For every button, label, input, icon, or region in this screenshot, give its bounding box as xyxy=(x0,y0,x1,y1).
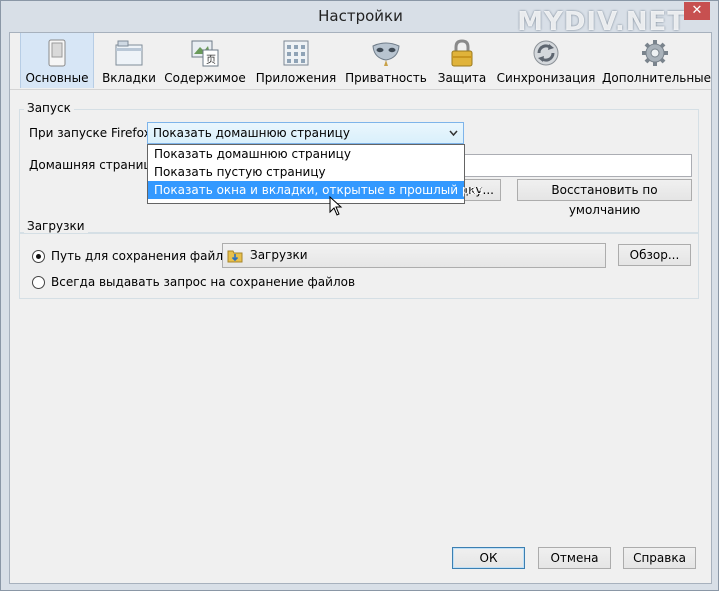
tab-label: Приложения xyxy=(255,71,337,85)
browse-label: Обзор... xyxy=(629,248,680,262)
save-path-label: Путь для сохранения файлов xyxy=(51,249,238,263)
homepage-input[interactable] xyxy=(463,154,692,177)
tab-tabs[interactable]: Вкладки xyxy=(96,33,162,88)
tab-label: Основные xyxy=(25,71,89,85)
dialog-client: Основные Вкладки 页 Содержимое Приложения… xyxy=(9,32,712,584)
sync-icon xyxy=(533,40,559,66)
cancel-label: Отмена xyxy=(550,551,599,565)
tab-label: Защита xyxy=(437,71,487,85)
tab-label: Синхронизация xyxy=(496,71,596,85)
tab-label: Дополнительные xyxy=(602,71,712,85)
startup-group-title: Запуск xyxy=(24,101,74,115)
cancel-button[interactable]: Отмена xyxy=(538,547,611,569)
dropdown-option-highlighted[interactable]: Показать окна и вкладки, открытые в прош… xyxy=(148,181,483,199)
content-icon: 页 xyxy=(191,40,219,67)
download-folder-field[interactable]: Загрузки xyxy=(222,243,606,268)
svg-text:页: 页 xyxy=(206,54,216,66)
help-button[interactable]: Справка xyxy=(623,547,696,569)
startup-dropdown-list[interactable]: Показать домашнюю страницу Показать пуст… xyxy=(147,144,483,204)
downloads-group-title: Загрузки xyxy=(24,219,88,233)
ok-button[interactable]: ОК xyxy=(452,547,525,569)
homepage-label: Домашняя страница: xyxy=(29,158,163,172)
chevron-down-icon xyxy=(449,130,458,137)
title-bar[interactable]: Настройки MYDIV.NET ✕ xyxy=(1,1,719,37)
always-ask-label: Всегда выдавать запрос на сохранение фай… xyxy=(51,275,356,289)
folder-download-icon xyxy=(227,250,243,263)
tab-applications[interactable]: Приложения xyxy=(254,33,338,88)
close-button[interactable]: ✕ xyxy=(684,2,710,20)
category-toolbar: Основные Вкладки 页 Содержимое Приложения… xyxy=(10,33,711,90)
close-icon: ✕ xyxy=(691,3,703,18)
ok-label: ОК xyxy=(479,551,498,565)
dropdown-option[interactable]: Показать домашнюю страницу xyxy=(148,145,464,163)
tab-advanced[interactable]: Дополнительные xyxy=(602,33,712,88)
tab-security[interactable]: Защита xyxy=(434,33,490,88)
tab-label: Содержимое xyxy=(164,71,246,85)
mask-icon xyxy=(372,42,400,66)
tab-general[interactable]: Основные xyxy=(20,33,94,88)
dropdown-option[interactable]: Показать пустую страницу xyxy=(148,163,464,181)
startup-select[interactable]: Показать домашнюю страницу xyxy=(147,122,464,144)
browse-button[interactable]: Обзор... xyxy=(618,244,691,266)
padlock-icon xyxy=(451,39,473,67)
always-ask-radio[interactable] xyxy=(32,276,45,289)
tab-sync[interactable]: Синхронизация xyxy=(496,33,596,88)
tab-content[interactable]: 页 Содержимое xyxy=(164,33,246,88)
mouse-cursor-icon xyxy=(329,196,343,216)
radio-dot xyxy=(36,254,41,259)
tab-label: Приватность xyxy=(345,71,427,85)
startup-select-value: Показать домашнюю страницу xyxy=(153,126,350,140)
save-path-radio[interactable] xyxy=(32,250,45,263)
restore-default-button[interactable]: Восстановить по умолчанию xyxy=(517,179,692,217)
tab-privacy[interactable]: Приватность xyxy=(344,33,428,88)
window-frame: Настройки MYDIV.NET ✕ Основные Вкладки 页… xyxy=(0,0,719,591)
gear-icon xyxy=(642,40,668,66)
on-start-label: При запуске Firefox: xyxy=(29,126,155,140)
download-folder-name: Загрузки xyxy=(250,248,308,262)
applications-icon xyxy=(283,40,309,66)
window-tabs-icon xyxy=(115,40,143,66)
tab-label: Вкладки xyxy=(102,71,156,85)
switch-icon xyxy=(48,39,66,67)
help-label: Справка xyxy=(633,551,686,565)
